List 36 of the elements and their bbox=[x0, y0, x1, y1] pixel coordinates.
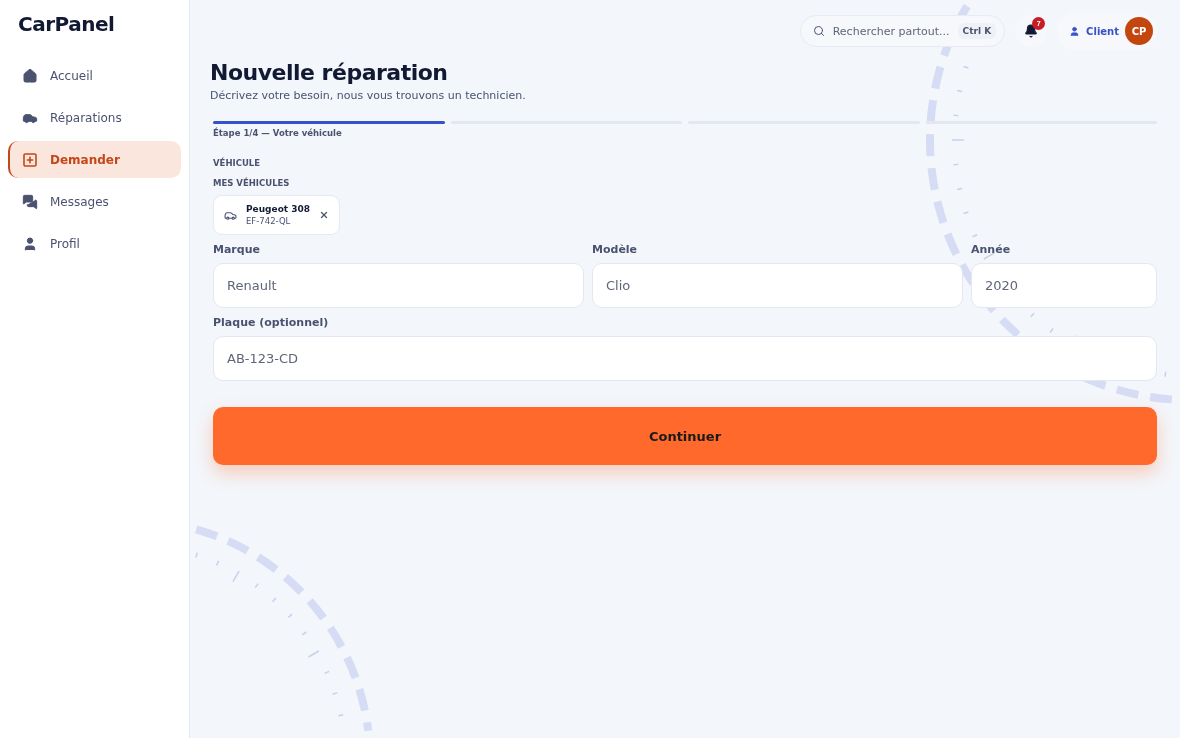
shortcut-hint: Ctrl K bbox=[957, 23, 997, 39]
search-placeholder: Rechercher partout... bbox=[832, 24, 950, 38]
user-icon bbox=[1069, 25, 1081, 37]
page-subtitle: Décrivez votre besoin, nous vous trouvons un technicien. bbox=[210, 89, 527, 102]
vehicle-name: Peugeot 308 bbox=[246, 204, 311, 214]
search-icon bbox=[812, 25, 825, 37]
avatar: CP bbox=[1125, 17, 1153, 45]
continue-button[interactable]: Continuer bbox=[213, 407, 1157, 465]
input-field[interactable]: 2020 bbox=[971, 263, 1157, 308]
plus-icon bbox=[22, 151, 38, 168]
user-role: Client bbox=[1086, 25, 1119, 37]
input-field[interactable]: Clio bbox=[592, 263, 963, 308]
remove-icon[interactable] bbox=[319, 210, 330, 220]
chat-icon bbox=[22, 193, 38, 210]
home-icon bbox=[22, 67, 38, 84]
vehicles-label: MES VÉHICULES bbox=[213, 178, 291, 188]
step-label: Étape 1/4 — Votre véhicule bbox=[213, 128, 343, 138]
field-label: Marque bbox=[213, 243, 261, 256]
sidebar-item[interactable]: Demander bbox=[8, 141, 181, 178]
field-label: Année bbox=[971, 243, 1012, 256]
vehicle-card[interactable]: Peugeot 308 EF-742-QL bbox=[213, 195, 341, 235]
person-icon bbox=[22, 235, 38, 252]
bell-icon bbox=[1024, 24, 1039, 38]
sidebar-item[interactable]: Messages bbox=[8, 183, 181, 220]
section-heading: VÉHICULE bbox=[213, 158, 262, 168]
field-label: Plaque (optionnel) bbox=[213, 316, 330, 329]
sidebar-item[interactable]: Profil bbox=[8, 225, 181, 262]
field-label: Modèle bbox=[592, 243, 639, 256]
search-field[interactable]: Rechercher partout... Ctrl K bbox=[799, 15, 1006, 47]
page-title: Nouvelle réparation bbox=[210, 60, 449, 85]
sidebar-item[interactable]: Réparations bbox=[8, 99, 181, 136]
input-field[interactable]: Renault bbox=[213, 263, 584, 308]
logo: CarPanel bbox=[17, 12, 116, 38]
input-field[interactable]: AB-123-CD bbox=[213, 336, 1157, 381]
sidebar-item[interactable]: Accueil bbox=[8, 57, 181, 94]
vehicle-plate: EF-742-QL bbox=[246, 216, 292, 226]
